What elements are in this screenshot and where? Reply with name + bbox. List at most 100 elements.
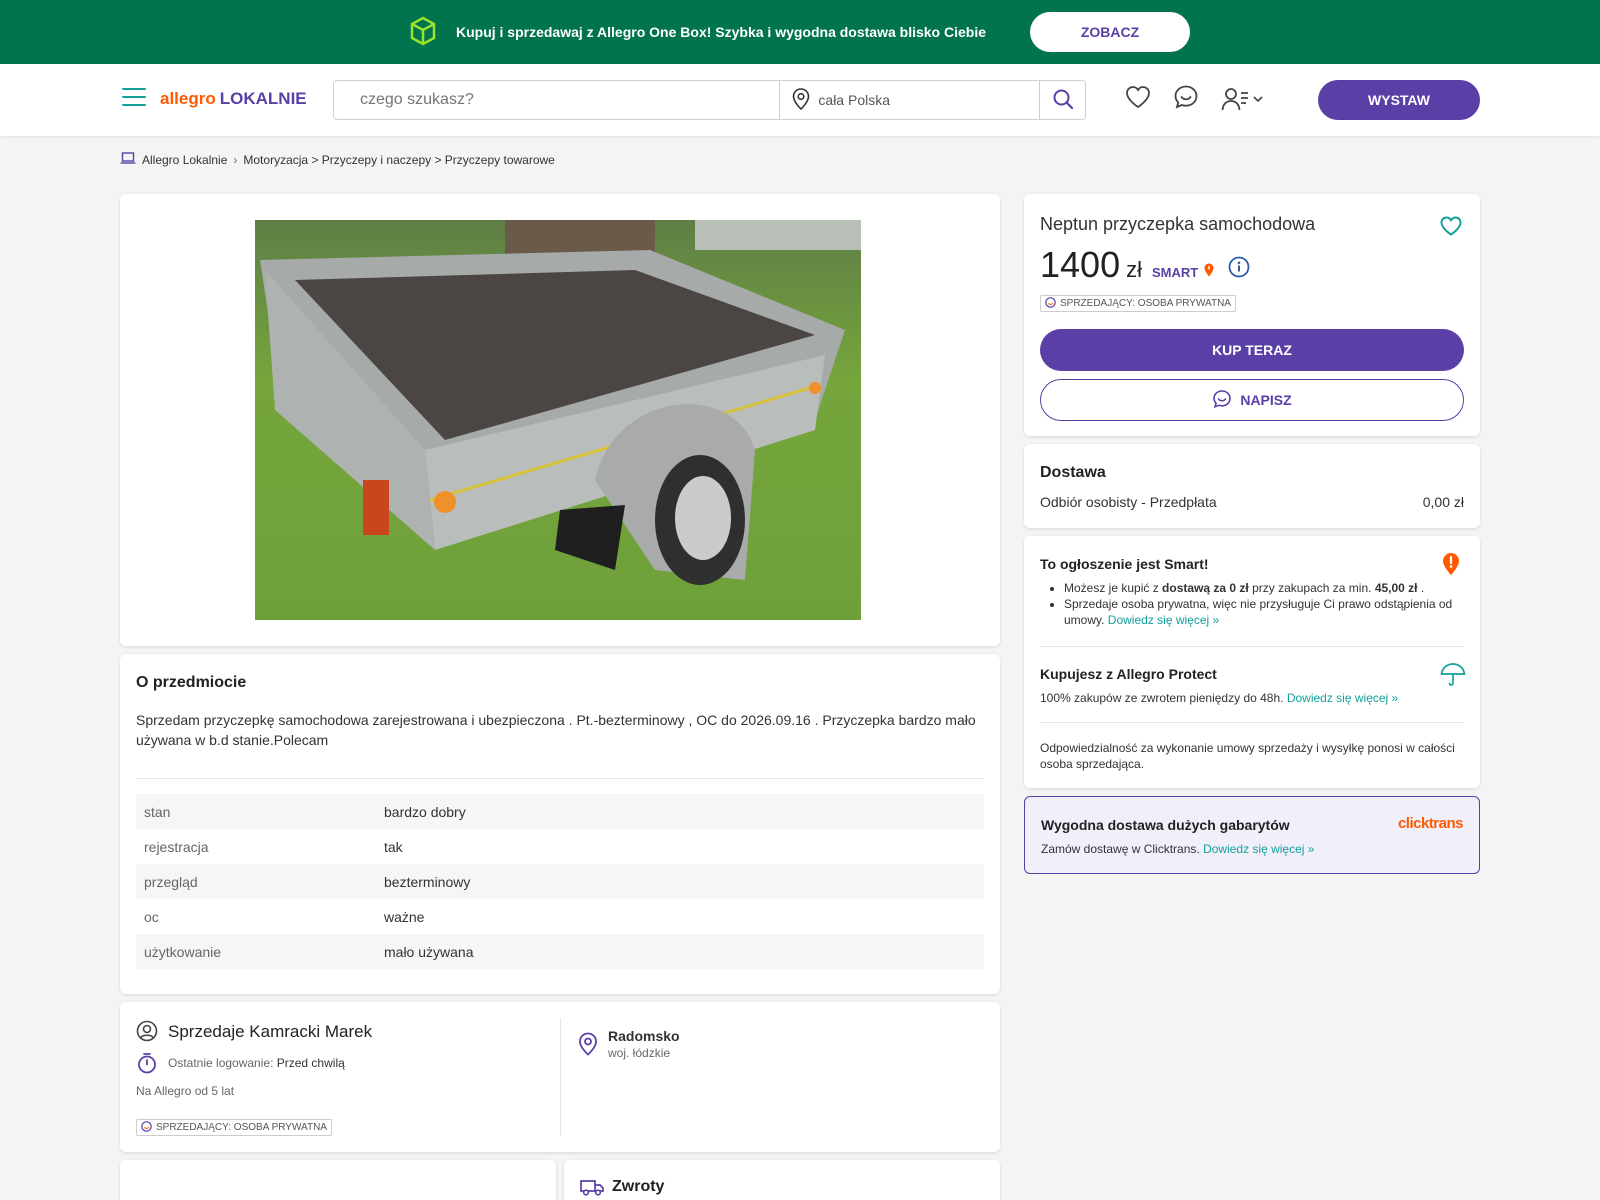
header: allegro LOKALNIE cała Polska WYSTAW xyxy=(0,64,1600,136)
promo-see-button[interactable]: ZOBACZ xyxy=(1030,12,1191,52)
smart-b1-mid: przy zakupach za min. xyxy=(1248,581,1375,595)
location-selector[interactable]: cała Polska xyxy=(779,81,1039,119)
seller-type-text: SPRZEDAJĄCY: OSOBA PRYWATNA xyxy=(1060,298,1231,309)
location-text: cała Polska xyxy=(818,92,890,108)
smart-benefits-list: Możesz je kupić z dostawą za 0 zł przy z… xyxy=(1040,580,1464,628)
smart-label: SMART xyxy=(1151,265,1199,280)
delivery-method: Odbiór osobisty - Przedpłata xyxy=(1040,494,1217,510)
account-user-icon[interactable] xyxy=(1221,86,1263,112)
attribute-row: przegląd bezterminowy xyxy=(136,864,984,899)
smile-icon xyxy=(141,1120,152,1135)
clicktrans-logo: clicktrans xyxy=(1397,815,1464,832)
divider xyxy=(1040,646,1464,647)
item-description: Sprzedam przyczepkę samochodowa zarejest… xyxy=(136,712,976,748)
smart-b1-amount: 45,00 zł xyxy=(1374,581,1418,595)
price-value: 1400 xyxy=(1040,244,1121,285)
vertical-divider xyxy=(560,1018,561,1136)
breadcrumb-path-link[interactable]: Motoryzacja > Przyczepy i naczepy > Przy… xyxy=(243,153,554,167)
stopwatch-icon xyxy=(137,1052,157,1077)
smart-b1-pre: Możesz je kupić z xyxy=(1064,581,1163,595)
logo-allegro: allegro xyxy=(160,89,216,108)
seller-type-text: SPRZEDAJĄCY: OSOBA PRYWATNA xyxy=(156,1122,327,1133)
attribute-key: stan xyxy=(144,803,171,820)
seller-since: Na Allegro od 5 lat xyxy=(136,1084,235,1098)
clicktrans-title: Wygodna dostawa dużych gabarytów xyxy=(1041,817,1290,833)
divider xyxy=(1040,722,1464,723)
about-card: O przedmiocie Sprzedam przyczepkę samoch… xyxy=(120,654,1000,994)
delivery-truck-icon xyxy=(580,1178,604,1199)
favorite-heart-icon[interactable] xyxy=(1440,216,1462,239)
laptop-icon xyxy=(120,152,136,167)
offer-card: Neptun przyczepka samochodowa 1400 zł SM… xyxy=(1024,194,1480,436)
clicktrans-learn-more-link[interactable]: Dowiedz się więcej » xyxy=(1203,842,1314,856)
last-login: Ostatnie logowanie: Przed chwilą xyxy=(168,1056,345,1070)
clicktrans-card[interactable]: Wygodna dostawa dużych gabarytów clicktr… xyxy=(1024,796,1480,874)
attribute-row: użytkowanie mało używana xyxy=(136,934,984,969)
price-row: 1400 zł SMART xyxy=(1040,244,1214,286)
returns-title: Zwroty xyxy=(612,1178,665,1195)
smart-b1-end: . xyxy=(1417,581,1425,595)
seller-type-badge: SPRZEDAJĄCY: OSOBA PRYWATNA xyxy=(1040,295,1236,312)
buy-now-button[interactable]: KUP TERAZ xyxy=(1040,329,1464,371)
clicktrans-text: Zamów dostawę w Clicktrans. Dowiedz się … xyxy=(1041,841,1314,857)
user-circle-icon xyxy=(136,1020,158,1045)
seller-type-badge: SPRZEDAJĄCY: OSOBA PRYWATNA xyxy=(136,1119,332,1136)
divider xyxy=(136,778,984,779)
search-input[interactable] xyxy=(334,81,780,119)
protect-title: Kupujesz z Allegro Protect xyxy=(1040,666,1217,682)
attribute-row: oc ważne xyxy=(136,899,984,934)
umbrella-icon xyxy=(1440,662,1466,691)
attribute-key: rejestracja xyxy=(144,838,209,855)
last-login-label: Ostatnie logowanie: xyxy=(168,1056,274,1070)
attribute-key: oc xyxy=(144,908,159,925)
smart-bolt-icon xyxy=(1204,263,1214,280)
seller-card: Sprzedaje Kamracki Marek Ostatnie logowa… xyxy=(120,1002,1000,1152)
attribute-row: stan bardzo dobry xyxy=(136,794,984,829)
seller-city: Radomsko xyxy=(608,1028,680,1044)
breadcrumb: Allegro Lokalnie › Motoryzacja > Przycze… xyxy=(120,152,555,167)
favorites-heart-icon[interactable] xyxy=(1125,85,1151,112)
attributes-table: stan bardzo dobry rejestracja tak przegląd… xyxy=(136,794,984,969)
attribute-value: ważne xyxy=(384,908,425,925)
protect-text: 100% zakupów ze zwrotem pieniędzy do 48h… xyxy=(1040,690,1464,706)
message-button[interactable]: NAPISZ xyxy=(1040,379,1464,421)
price-currency: zł xyxy=(1126,257,1142,282)
smart-info-card: To ogłoszenie jest Smart! Możesz je kupi… xyxy=(1024,536,1480,788)
responsibility-text: Odpowiedzialność za wykonanie umowy sprz… xyxy=(1040,741,1455,771)
bottom-left-card xyxy=(120,1160,556,1200)
search-icon xyxy=(1052,88,1074,113)
seller-title[interactable]: Sprzedaje Kamracki Marek xyxy=(168,1022,372,1042)
seller-region: woj. łódzkie xyxy=(608,1046,671,1060)
attribute-key: użytkowanie xyxy=(144,943,222,960)
message-button-label: NAPISZ xyxy=(1240,392,1292,408)
about-title: O przedmiocie xyxy=(136,674,247,691)
location-pin-icon xyxy=(792,87,810,113)
promo-text: Kupuj i sprzedawaj z Allegro One Box! Sz… xyxy=(455,24,987,40)
attribute-value: tak xyxy=(384,838,403,855)
photo-card xyxy=(120,194,1000,646)
smart-pin-icon xyxy=(1442,552,1460,579)
messages-chat-icon[interactable] xyxy=(1173,84,1199,113)
returns-card: Zwroty xyxy=(564,1160,1000,1200)
menu-icon[interactable] xyxy=(122,88,146,110)
delivery-price: 0,00 zł xyxy=(1422,494,1464,510)
info-icon[interactable] xyxy=(1228,256,1250,281)
header-actions xyxy=(1125,84,1263,113)
breadcrumb-separator-icon: › xyxy=(233,152,238,167)
breadcrumb-home-link[interactable]: Allegro Lokalnie xyxy=(142,153,227,167)
last-login-value: Przed chwilą xyxy=(276,1056,345,1070)
search-button[interactable] xyxy=(1039,81,1085,119)
item-photo[interactable] xyxy=(255,220,861,620)
attribute-key: przegląd xyxy=(144,873,198,890)
attribute-row: rejestracja tak xyxy=(136,829,984,864)
search-bar: cała Polska xyxy=(333,80,1086,120)
protect-learn-more-link[interactable]: Dowiedz się więcej » xyxy=(1287,691,1398,705)
logo[interactable]: allegro LOKALNIE xyxy=(160,89,307,109)
learn-more-link[interactable]: Dowiedz się więcej » xyxy=(1108,613,1219,627)
logo-lokalnie: LOKALNIE xyxy=(219,89,307,108)
delivery-title: Dostawa xyxy=(1040,464,1106,481)
smile-icon xyxy=(1045,296,1056,311)
protect-description: 100% zakupów ze zwrotem pieniędzy do 48h… xyxy=(1040,691,1284,705)
post-ad-button[interactable]: WYSTAW xyxy=(1318,80,1480,120)
clicktrans-description: Zamów dostawę w Clicktrans. xyxy=(1041,842,1200,856)
